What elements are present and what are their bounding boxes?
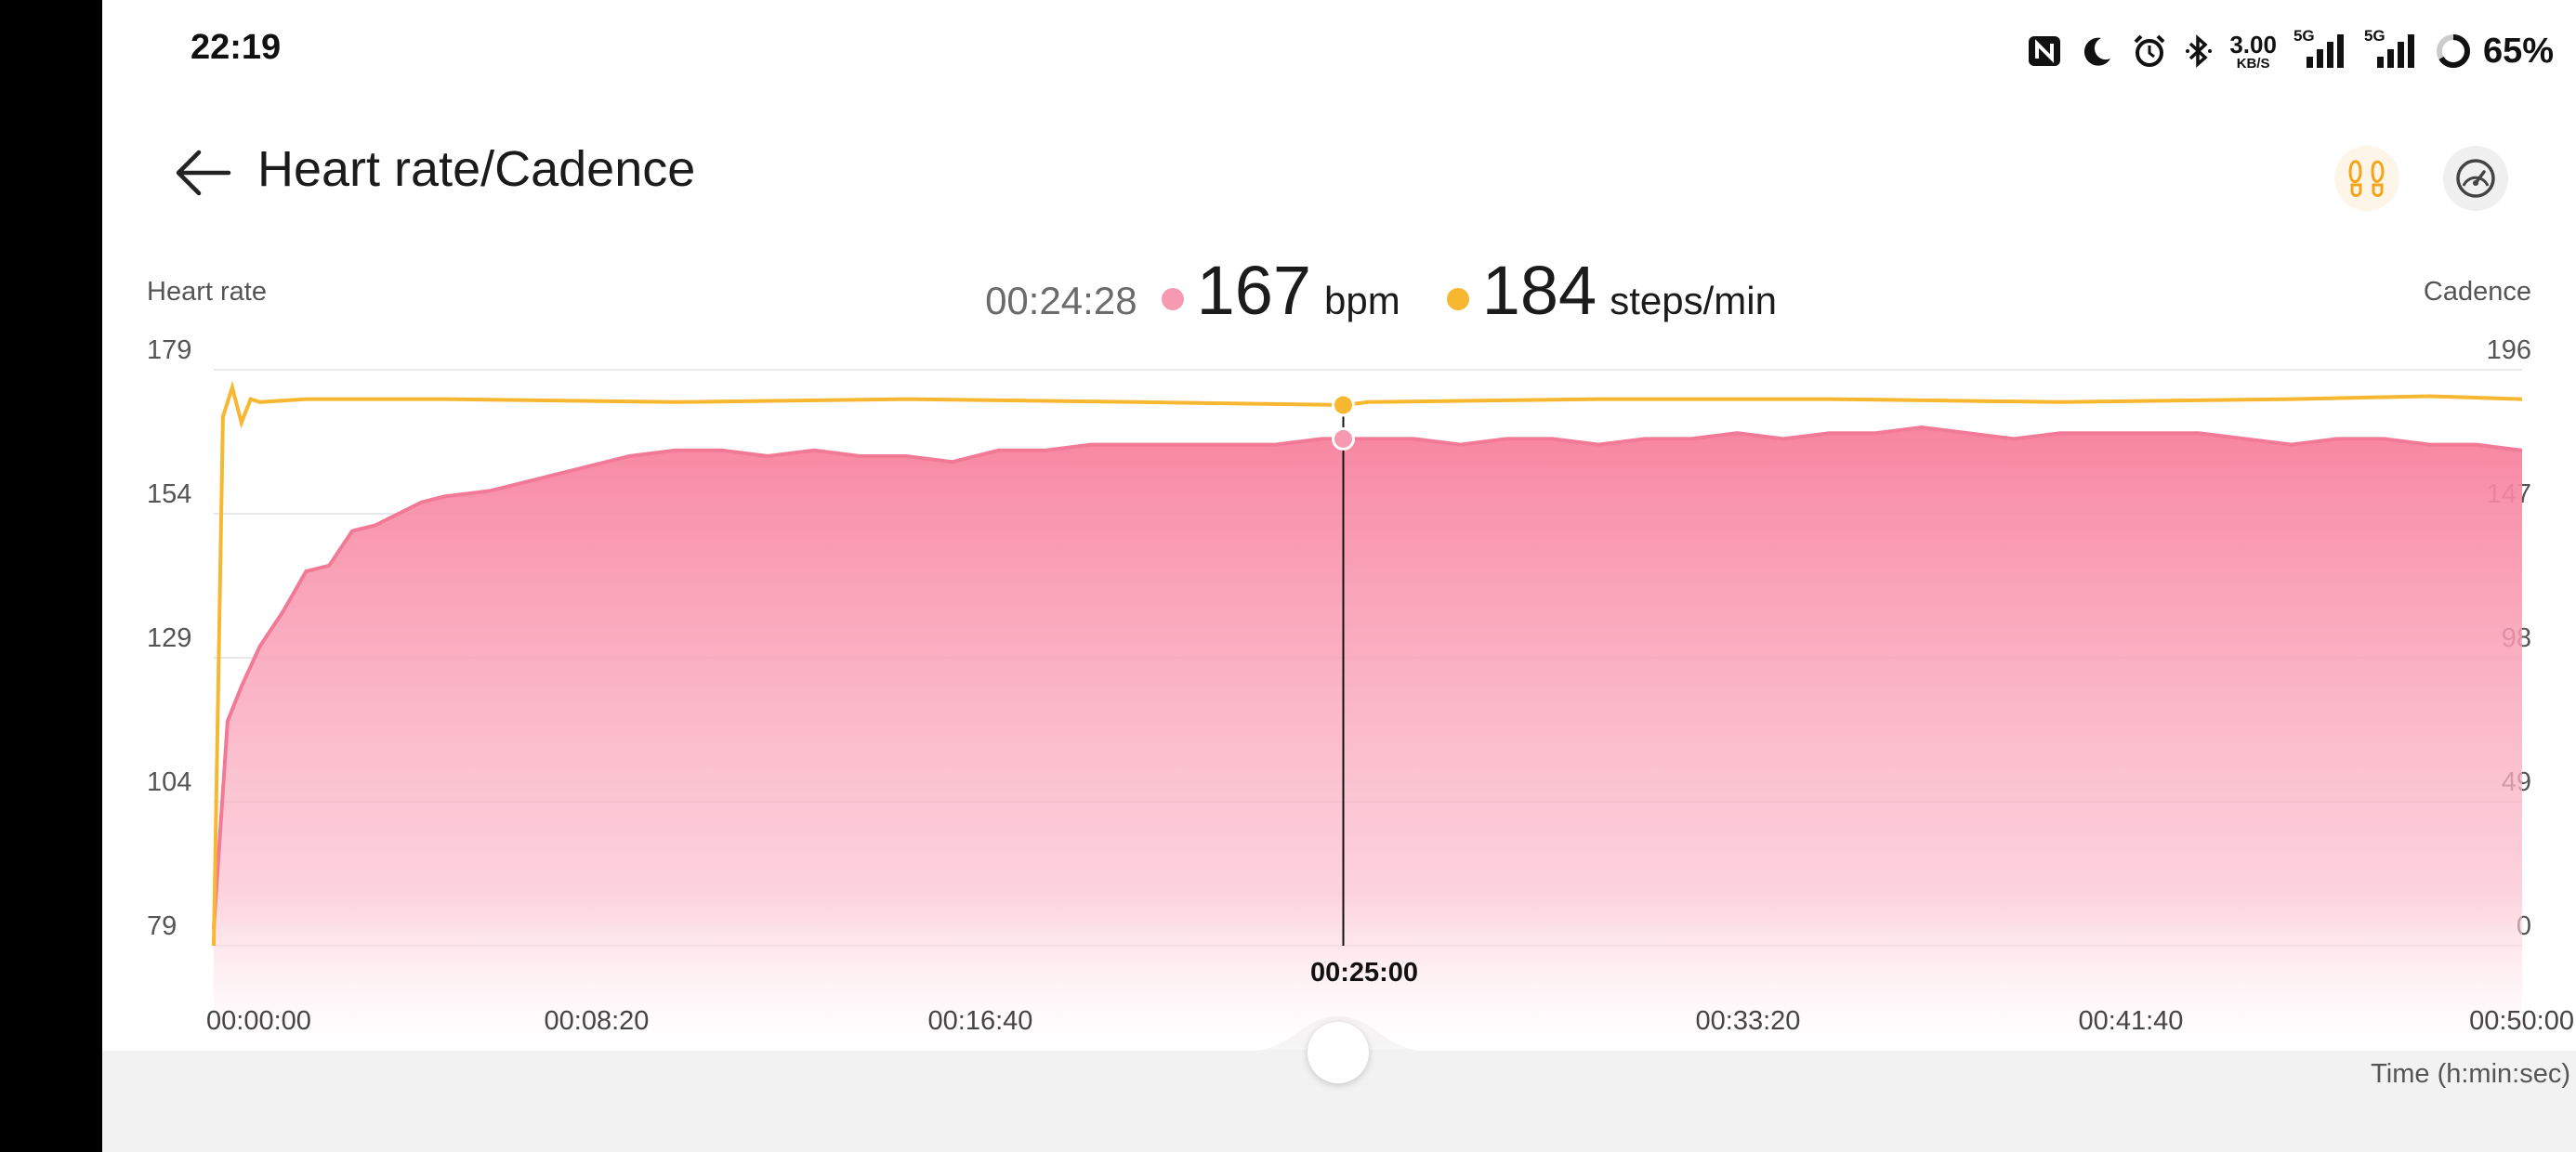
heart-rate-ticks: 179 154 129 104 79 [147, 335, 191, 941]
cadence-tick-label: 196 [2487, 335, 2531, 365]
heart-rate-cadence-chart[interactable]: 17915412910479 19614798490 00:00:0000:08… [102, 0, 2576, 1059]
time-tick-label: 00:16:40 [928, 1006, 1033, 1036]
time-tick-label: 00:33:20 [1696, 1006, 1801, 1036]
time-tick-label: 00:25:00 [1310, 958, 1418, 988]
app-screen: 22:19 3.00 KB/S 5G 5G 65% Heart rate/Cad… [102, 0, 2576, 1152]
heart-rate-area [214, 427, 2522, 1050]
time-tick-label: 00:08:20 [545, 1006, 650, 1036]
time-axis-title: Time (h:min:sec) [2371, 1059, 2570, 1089]
cursor-cadence-point [1332, 393, 1356, 417]
time-slider-knob[interactable] [1308, 1022, 1369, 1083]
heart-rate-tick-label: 79 [147, 911, 177, 941]
time-tick-label: 00:00:00 [206, 1006, 311, 1036]
heart-rate-tick-label: 129 [147, 623, 191, 653]
time-tick-label: 00:41:40 [2079, 1006, 2184, 1036]
cursor-heart-rate-point [1332, 426, 1356, 451]
heart-rate-tick-label: 104 [147, 767, 191, 797]
heart-rate-tick-label: 154 [147, 479, 191, 509]
heart-rate-tick-label: 179 [147, 335, 191, 365]
time-tick-label: 00:50:00 [2469, 1006, 2574, 1036]
